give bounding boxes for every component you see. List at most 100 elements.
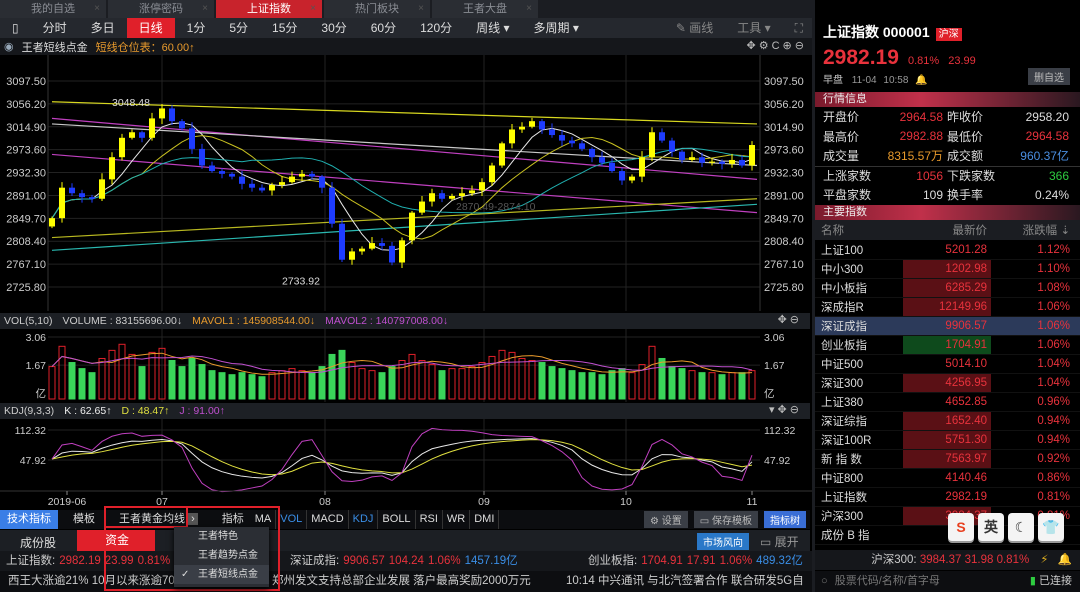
english-mode-icon[interactable]: 英 xyxy=(978,513,1004,541)
candle[interactable] xyxy=(259,187,265,191)
candle[interactable] xyxy=(539,121,545,130)
candle[interactable] xyxy=(209,165,215,172)
dropdown-item[interactable]: 王者特色 xyxy=(174,527,269,546)
candle[interactable] xyxy=(339,223,345,260)
candle[interactable] xyxy=(279,182,285,185)
candle[interactable] xyxy=(509,129,515,144)
remove-favorite-button[interactable]: 删自选 xyxy=(1028,68,1070,85)
candle[interactable] xyxy=(419,201,425,213)
candle[interactable] xyxy=(249,183,255,188)
fullscreen-icon[interactable]: ⛶ xyxy=(783,18,815,38)
period-button[interactable]: 30分 xyxy=(309,18,358,38)
candlestick-chart[interactable]: 3097.50 3097.50 3056.20 3056.20 3014.90 3014.… xyxy=(0,55,812,311)
index-row[interactable]: 中小板指 6285.29 1.08% xyxy=(815,278,1080,298)
candle[interactable] xyxy=(639,157,645,177)
candle[interactable] xyxy=(189,128,195,149)
ticker-item[interactable]: 创业板指: 1704.91 17.91 1.06% 489.32亿 xyxy=(588,551,803,571)
candle[interactable] xyxy=(499,143,505,166)
candle[interactable] xyxy=(529,121,535,127)
candle[interactable] xyxy=(659,132,665,141)
tab-constituents[interactable]: 成份股 xyxy=(20,534,56,551)
tab-0[interactable]: 我的自选 × xyxy=(0,0,106,18)
candle[interactable] xyxy=(59,187,65,219)
sidebar-toggle-icon[interactable]: ▯ xyxy=(0,18,31,38)
tab-2[interactable]: 上证指数 × xyxy=(216,0,322,18)
indicator-tree-button[interactable]: 指标树 xyxy=(764,511,806,528)
template-button[interactable]: 模板 xyxy=(66,510,102,529)
kdj-controls[interactable]: ▾✥⊖ xyxy=(769,403,802,416)
chart-controls[interactable]: ✥⚙C⊕⊖ xyxy=(747,39,807,52)
candle[interactable] xyxy=(729,159,735,164)
dropdown-item[interactable]: 王者趋势点金 xyxy=(174,546,269,565)
candle[interactable] xyxy=(239,176,245,184)
candle[interactable] xyxy=(669,140,675,152)
candle[interactable] xyxy=(719,161,725,164)
period-button[interactable]: 分时 xyxy=(31,18,79,38)
candle[interactable] xyxy=(469,190,475,194)
candle[interactable] xyxy=(369,243,375,249)
candle[interactable] xyxy=(179,121,185,129)
candle[interactable] xyxy=(589,148,595,158)
indicator-kdj[interactable]: KDJ xyxy=(349,510,379,529)
candle[interactable] xyxy=(319,176,325,188)
dropdown-item[interactable]: ✓ 王者短线点金 xyxy=(174,565,269,584)
candle[interactable] xyxy=(599,157,605,163)
candle[interactable] xyxy=(49,218,55,227)
candle[interactable] xyxy=(629,176,635,181)
candle[interactable] xyxy=(289,176,295,183)
index-row[interactable]: 中证500 5014.10 1.04% xyxy=(815,355,1080,374)
candle[interactable] xyxy=(549,129,555,136)
period-button[interactable]: 周线 ▾ xyxy=(464,18,521,38)
index-row[interactable]: 中证800 4140.46 0.86% xyxy=(815,469,1080,488)
candle[interactable] xyxy=(99,179,105,199)
candle[interactable] xyxy=(69,187,75,194)
close-tab-icon[interactable]: × xyxy=(418,0,424,18)
period-button[interactable]: 5分 xyxy=(217,18,260,38)
kdj-chart[interactable]: 112.32 112.3247.92 47.922019-06 07 08 09 10 11 xyxy=(0,419,812,510)
indicator-dmi[interactable]: DMI xyxy=(470,510,500,529)
candle[interactable] xyxy=(479,182,485,191)
candle[interactable] xyxy=(329,187,335,224)
period-button[interactable]: 1分 xyxy=(175,18,218,38)
candle[interactable] xyxy=(699,157,705,163)
candle[interactable] xyxy=(199,148,205,166)
candle[interactable] xyxy=(109,157,115,180)
index-row[interactable]: 新 指 数 7563.97 0.92% xyxy=(815,449,1080,469)
candle[interactable] xyxy=(229,173,235,177)
skin-icon[interactable]: 👕 xyxy=(1038,513,1064,541)
candle[interactable] xyxy=(269,184,275,191)
index-row[interactable]: 深证100R 5751.30 0.94% xyxy=(815,430,1080,450)
candle[interactable] xyxy=(519,126,525,130)
close-tab-icon[interactable]: × xyxy=(526,0,532,18)
candle[interactable] xyxy=(429,193,435,202)
col-name[interactable]: 名称 xyxy=(815,222,903,238)
candle[interactable] xyxy=(749,145,755,166)
ticker-item[interactable]: 深证成指: 9906.57 104.24 1.06% 1457.19亿 xyxy=(290,551,518,571)
candle[interactable] xyxy=(399,240,405,263)
col-pct[interactable]: 涨跌幅 ⇣ xyxy=(991,222,1080,238)
news-item[interactable]: 10:31 郑州发文支持总部企业发展 落户最高奖励2000万元 xyxy=(240,571,531,592)
period-button[interactable]: 多周期 ▾ xyxy=(522,18,591,38)
candle[interactable] xyxy=(379,243,385,246)
period-button[interactable]: 多日 xyxy=(79,18,127,38)
period-button[interactable]: 15分 xyxy=(260,18,309,38)
index-row[interactable]: 上证100 5201.28 1.12% xyxy=(815,241,1080,260)
tab-1[interactable]: 涨停密码 × xyxy=(108,0,214,18)
tab-4[interactable]: 王者大盘 × xyxy=(432,0,538,18)
candle[interactable] xyxy=(309,173,315,177)
bell-icon[interactable]: 🔔 xyxy=(915,75,927,86)
tab-3[interactable]: 热门板块 × xyxy=(324,0,430,18)
close-tab-icon[interactable]: × xyxy=(202,0,208,18)
candle[interactable] xyxy=(679,151,685,160)
index-row[interactable]: 上证指数 2982.19 0.81% xyxy=(815,488,1080,507)
candle[interactable] xyxy=(139,132,145,138)
indicator-rsi[interactable]: RSI xyxy=(416,510,443,529)
period-button[interactable]: 60分 xyxy=(359,18,408,38)
candle[interactable] xyxy=(689,157,695,160)
candle[interactable] xyxy=(389,245,395,263)
candle[interactable] xyxy=(579,143,585,149)
candle[interactable] xyxy=(569,140,575,144)
volume-chart[interactable]: 3.06 3.06 1.67 1.67 亿 亿 xyxy=(0,329,812,402)
candle[interactable] xyxy=(129,132,135,138)
col-price[interactable]: 最新价 xyxy=(903,222,991,238)
